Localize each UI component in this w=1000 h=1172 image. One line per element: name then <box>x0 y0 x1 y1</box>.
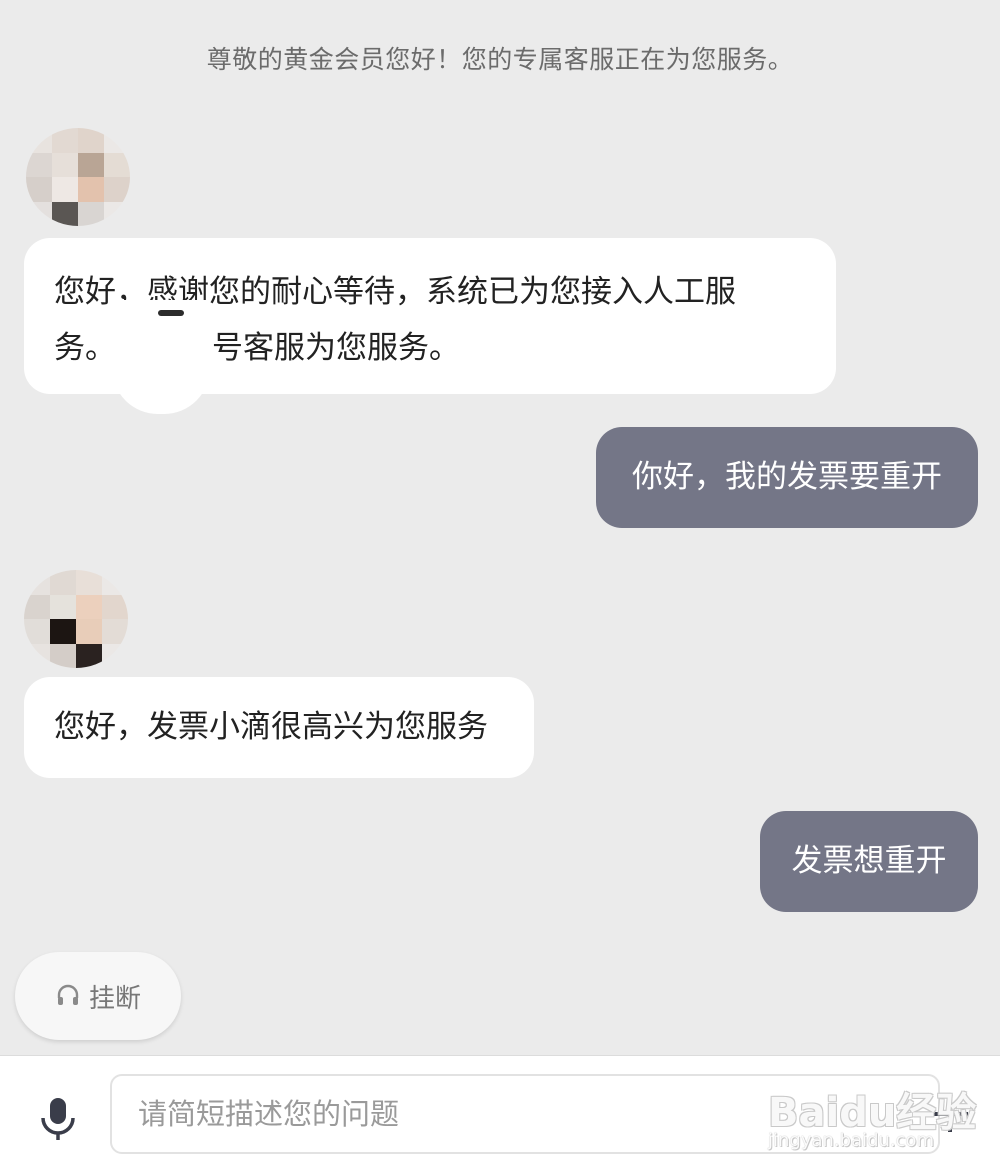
input-bar: 请简短描述您的问题 <box>0 1055 1000 1172</box>
agent-avatar[interactable] <box>24 570 128 668</box>
message-input[interactable]: 请简短描述您的问题 <box>110 1074 940 1154</box>
microphone-icon[interactable] <box>38 1096 78 1142</box>
hangup-button[interactable]: 挂断 <box>15 952 181 1040</box>
redaction-patch <box>112 300 210 414</box>
user-message: 你好，我的发票要重开 <box>596 427 978 528</box>
redaction-mark <box>158 310 184 316</box>
agent-avatar[interactable] <box>26 128 130 226</box>
message-text-segment: 号客服为您服务。 <box>212 330 460 366</box>
user-message: 发票想重开 <box>760 811 978 912</box>
message-text-segment: 务。 <box>54 330 116 366</box>
agent-message: 您好，发票小滴很高兴为您服务 <box>24 677 534 778</box>
headset-icon <box>57 984 79 1005</box>
system-notice: 尊敬的黄金会员您好！您的专属客服正在为您服务。 <box>206 45 794 74</box>
plus-icon[interactable] <box>930 1094 970 1134</box>
hangup-label: 挂断 <box>88 983 141 1014</box>
